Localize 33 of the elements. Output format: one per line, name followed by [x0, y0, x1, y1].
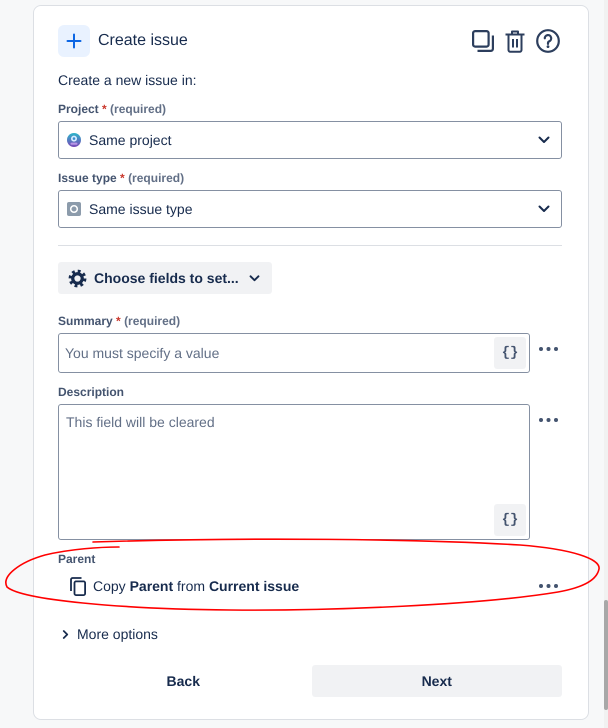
field-label: Description: [58, 384, 126, 400]
issue-type-icon: [67, 202, 81, 216]
smart-value-button[interactable]: {}: [494, 504, 526, 536]
field-label: Project * (required): [58, 101, 168, 117]
text-field[interactable]: You must specify a value {}: [58, 333, 530, 373]
text-area-field[interactable]: This field will be cleared {}: [58, 404, 530, 540]
copy-icon: [70, 576, 86, 596]
project-avatar-icon: [67, 133, 81, 147]
chevron-down-icon: [248, 274, 260, 282]
issue-type-select[interactable]: Same issue type: [58, 190, 562, 228]
project-select[interactable]: Same project: [58, 121, 562, 159]
intro-text: Create a new issue in:: [58, 71, 198, 90]
help-icon[interactable]: [536, 29, 560, 53]
smart-value-button[interactable]: {}: [494, 337, 526, 369]
panel-title: Create issue: [98, 31, 188, 51]
next-button[interactable]: Next: [312, 664, 562, 696]
scrollbar-thumb[interactable]: [604, 600, 608, 710]
choose-fields-button[interactable]: Choose fields to set...: [58, 262, 272, 294]
more-options-toggle[interactable]: More options: [58, 624, 158, 644]
field-label: Parent: [58, 551, 96, 567]
duplicate-icon[interactable]: [472, 30, 494, 52]
chevron-down-icon: [538, 136, 550, 144]
more-icon[interactable]: [539, 584, 558, 588]
more-icon[interactable]: [539, 418, 558, 422]
field-label: Summary * (required): [58, 313, 182, 329]
back-button[interactable]: Back: [58, 664, 308, 696]
chevron-down-icon: [538, 205, 550, 213]
trash-icon[interactable]: [504, 30, 526, 52]
more-icon[interactable]: [539, 347, 558, 351]
field-label: Issue type * (required): [58, 170, 186, 186]
copy-rule-text: Copy Parent from Current issue: [93, 577, 300, 596]
settings-icon: [68, 268, 87, 288]
plus-icon: [58, 25, 90, 57]
